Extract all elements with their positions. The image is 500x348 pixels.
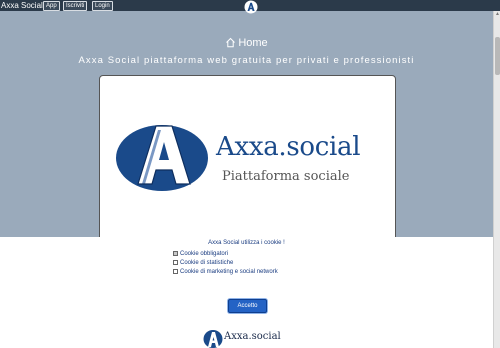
app-button[interactable]: App [43, 1, 60, 11]
logo-subtitle: Piattaforma sociale [222, 169, 350, 184]
home-label: Home [238, 37, 268, 49]
axxa-large-logo-icon [116, 125, 208, 191]
hero-logo-card: Axxa.social Piattaforma sociale [99, 75, 396, 250]
cookie-option-required[interactable]: Cookie obbligatori [173, 250, 228, 258]
footer-logo-text: Axxa.social [224, 331, 281, 342]
login-button[interactable]: Login [92, 1, 113, 11]
axxa-small-logo-icon [203, 330, 223, 348]
cookie-consent-banner: Axxa Social utilizza i cookie ! Cookie o… [0, 237, 493, 348]
accept-cookies-button[interactable]: Accetto [228, 299, 267, 313]
brand-name[interactable]: Axxa Social [1, 0, 43, 11]
vertical-scrollbar[interactable]: ▲ [493, 11, 500, 348]
iscriviti-button[interactable]: Iscriviti [63, 1, 88, 11]
cookie-title: Axxa Social utilizza i cookie ! [208, 240, 285, 246]
home-icon [226, 37, 236, 48]
cookie-marketing-label: Cookie di marketing e social network [180, 269, 278, 275]
scroll-thumb[interactable] [495, 37, 500, 75]
home-link[interactable]: Home [0, 37, 493, 49]
cookie-marketing-checkbox[interactable] [173, 269, 178, 274]
scroll-up-arrow-icon[interactable]: ▲ [494, 11, 500, 18]
cookie-statistics-checkbox[interactable] [173, 260, 178, 265]
cookie-statistics-label: Cookie di statistiche [180, 260, 234, 266]
cookie-required-checkbox[interactable] [173, 251, 178, 256]
site-tagline: Axxa Social piattaforma web gratuita per… [78, 55, 415, 66]
axxa-a-logo-icon[interactable] [244, 0, 258, 14]
cookie-required-label: Cookie obbligatori [180, 251, 229, 257]
cookie-option-statistics[interactable]: Cookie di statistiche [173, 259, 233, 267]
logo-title: Axxa.social [216, 132, 361, 162]
cookie-option-marketing[interactable]: Cookie di marketing e social network [173, 268, 278, 276]
top-navigation-bar: Axxa Social App Iscriviti Login [0, 0, 500, 14]
